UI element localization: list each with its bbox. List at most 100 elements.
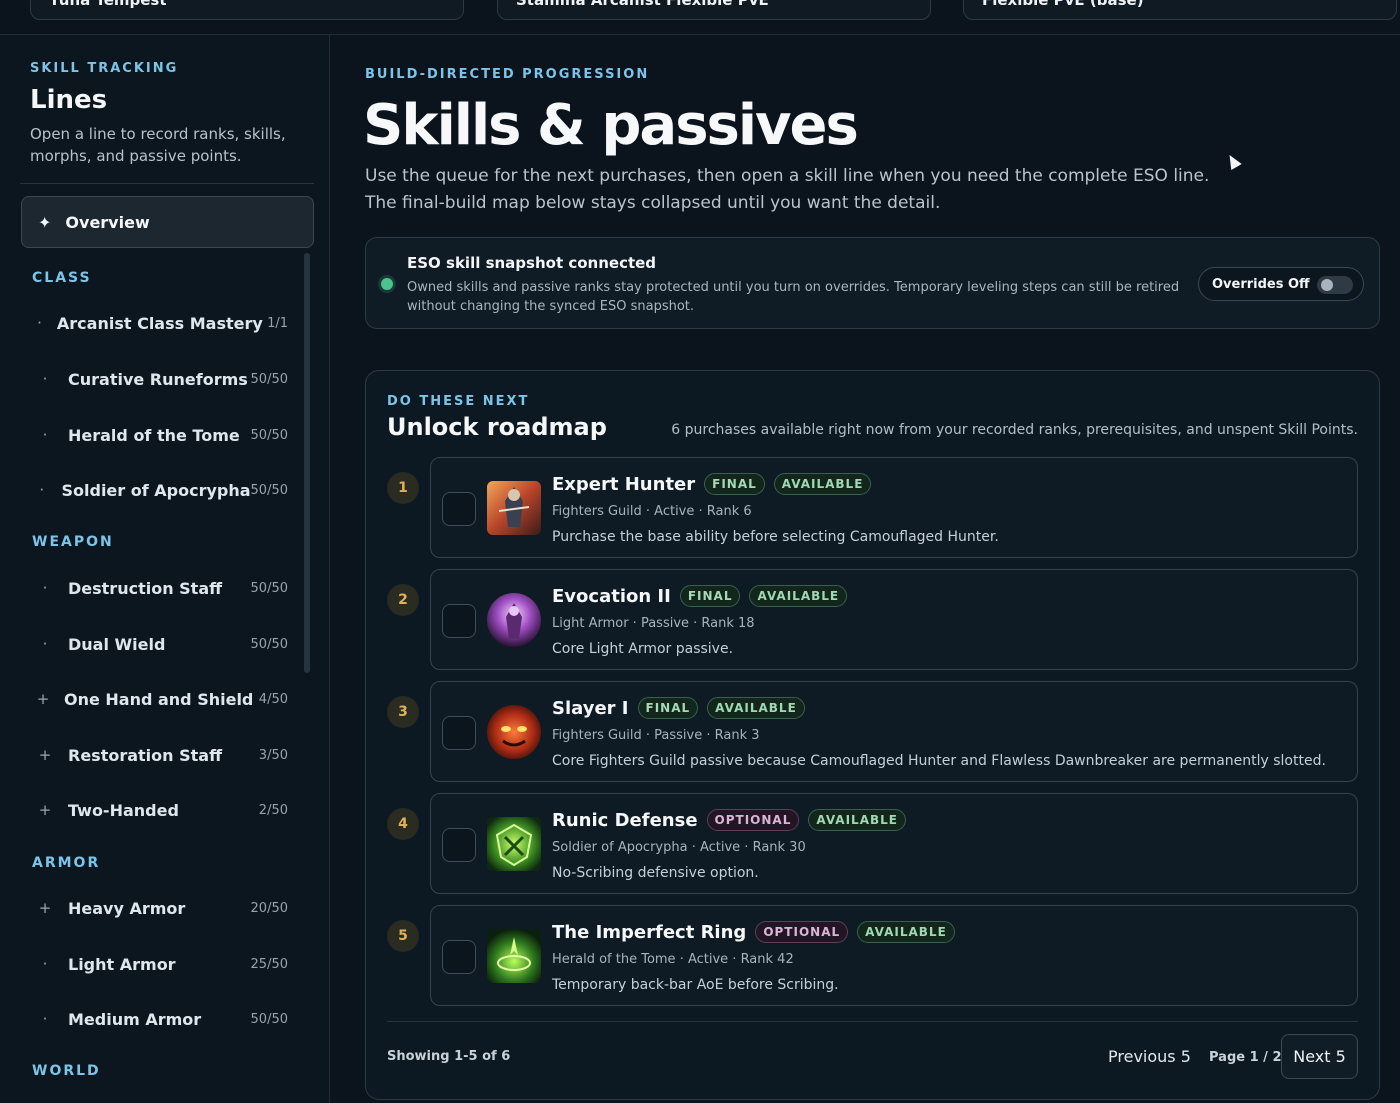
purchase-checkbox[interactable] [442, 828, 476, 862]
skill-note: Core Light Armor passive. [552, 641, 734, 657]
snapshot-panel: ESO skill snapshot connected Owned skill… [365, 237, 1380, 329]
purchase-checkbox[interactable] [442, 604, 476, 638]
runic-defense-icon [487, 817, 541, 871]
sidebar-scrollbar[interactable] [304, 253, 310, 673]
optional-badge: OPTIONAL [706, 809, 800, 831]
sidebar-category-class: CLASS [32, 270, 92, 286]
sidebar-item[interactable]: · Arcanist Class Mastery 1/1 [30, 303, 300, 343]
bullet-icon: · [42, 426, 48, 444]
sidebar-item[interactable]: · Light Armor 25/50 [30, 944, 300, 984]
purchase-checkbox[interactable] [442, 940, 476, 974]
overview-label: Overview [65, 212, 150, 232]
roadmap-item[interactable]: Slayer I FINAL AVAILABLE Fighters Guild · P… [430, 681, 1358, 782]
sidebar-item-count: 3/50 [258, 747, 288, 763]
sidebar-item-count: 50/50 [250, 371, 288, 387]
available-badge: AVAILABLE [857, 921, 955, 943]
overview-button[interactable]: ✦ Overview [21, 196, 314, 248]
step-number: 4 [387, 808, 419, 840]
sidebar-item[interactable]: · Destruction Staff 50/50 [30, 568, 300, 608]
roadmap-item[interactable]: Runic Defense OPTIONAL AVAILABLE Soldier of… [430, 793, 1358, 894]
skill-meta: Light Armor · Passive · Rank 18 [552, 616, 755, 631]
skill-meta: Fighters Guild · Passive · Rank 3 [552, 728, 760, 743]
status-dot-icon [381, 278, 393, 290]
sidebar-item-count: 50/50 [250, 482, 288, 498]
skill-name-row: Expert Hunter FINAL AVAILABLE [552, 473, 872, 495]
skill-name-row: The Imperfect Ring OPTIONAL AVAILABLE [552, 921, 955, 943]
sidebar-item-label: Dual Wield [68, 634, 166, 654]
sidebar-item[interactable]: + Restoration Staff 3/50 [30, 735, 300, 775]
final-badge: FINAL [704, 473, 765, 495]
sidebar-item-count: 25/50 [250, 956, 288, 972]
sparkle-icon: ✦ [38, 212, 52, 232]
bullet-icon: · [42, 1010, 48, 1028]
sidebar-item[interactable]: · Medium Armor 50/50 [30, 999, 300, 1039]
roadmap-item[interactable]: Evocation II FINAL AVAILABLE Light Armor · … [430, 569, 1358, 670]
purchase-checkbox[interactable] [442, 716, 476, 750]
next-button[interactable]: Next 5 [1281, 1034, 1358, 1079]
sidebar-item[interactable]: + Heavy Armor 20/50 [30, 888, 300, 928]
skill-name: The Imperfect Ring [552, 921, 747, 943]
sidebar-item[interactable]: · Curative Runeforms 50/50 [30, 359, 300, 399]
skill-name-row: Slayer I FINAL AVAILABLE [552, 697, 805, 719]
final-badge: FINAL [637, 697, 699, 719]
available-badge: AVAILABLE [773, 473, 872, 495]
sidebar-item-label: Destruction Staff [68, 578, 223, 598]
overrides-toggle-button[interactable]: Overrides Off [1198, 267, 1364, 301]
mouse-cursor-icon [1224, 151, 1242, 171]
roadmap-summary: 6 purchases available right now from you… [671, 422, 1358, 438]
expand-icon: + [38, 746, 52, 764]
sidebar-item-count: 4/50 [258, 691, 288, 707]
step-number: 5 [387, 920, 419, 952]
roadmap-item[interactable]: The Imperfect Ring OPTIONAL AVAILABLE Heral… [430, 905, 1358, 1006]
sidebar-item-label: Restoration Staff [68, 745, 223, 765]
optional-badge: OPTIONAL [755, 921, 849, 943]
roadmap-item[interactable]: Expert Hunter FINAL AVAILABLE Fighters Guil… [430, 457, 1358, 558]
previous-button[interactable]: Previous 5 [1108, 1047, 1191, 1066]
sidebar-item[interactable]: · Dual Wield 50/50 [30, 624, 300, 664]
expert-hunter-icon [487, 481, 541, 535]
skill-note: Purchase the base ability before selecti… [552, 529, 999, 545]
page-title: Skills & passives [363, 93, 859, 158]
character-select[interactable]: Yuna Tempest [30, 0, 464, 20]
sidebar-item[interactable]: · Soldier of Apocrypha 50/50 [30, 470, 300, 510]
sidebar-item-label: Arcanist Class Mastery [56, 313, 263, 333]
sidebar-item-label: Light Armor [68, 954, 176, 974]
page-eyebrow: BUILD-DIRECTED PROGRESSION [365, 67, 650, 82]
sidebar-item[interactable]: + One Hand and Shield 4/50 [30, 679, 300, 719]
skill-note: Temporary back-bar AoE before Scribing. [552, 977, 839, 993]
sidebar-description: Open a line to record ranks, skills, mor… [30, 125, 286, 165]
expand-icon: + [38, 899, 52, 917]
skill-name: Expert Hunter [552, 473, 696, 495]
sidebar: SKILL TRACKING Lines Open a line to reco… [0, 35, 330, 1103]
skill-name: Slayer I [552, 697, 629, 719]
skill-name: Runic Defense [552, 809, 698, 831]
profile-select[interactable]: Flexible PvE (base) [963, 0, 1397, 20]
sidebar-item-label: Soldier of Apocrypha [61, 480, 251, 500]
toggle-knob [1321, 279, 1333, 291]
sidebar-item[interactable]: · Herald of the Tome 50/50 [30, 415, 300, 455]
expand-icon: + [36, 690, 50, 708]
sidebar-item-label: Herald of the Tome [68, 425, 240, 445]
sidebar-item-label: Curative Runeforms [68, 369, 248, 389]
skill-name-row: Evocation II FINAL AVAILABLE [552, 585, 848, 607]
purchase-checkbox[interactable] [442, 492, 476, 526]
main-content: BUILD-DIRECTED PROGRESSION Skills & pass… [330, 35, 1400, 1103]
final-badge: FINAL [679, 585, 741, 607]
pagination-status: Showing 1-5 of 6 [387, 1049, 511, 1064]
skill-meta: Herald of the Tome · Active · Rank 42 [552, 952, 794, 967]
build-select[interactable]: Stamina Arcanist Flexible PvE [497, 0, 931, 20]
sidebar-title: Lines [30, 85, 108, 115]
toggle-switch[interactable] [1317, 276, 1353, 294]
sidebar-item[interactable]: + Two-Handed 2/50 [30, 790, 300, 830]
evocation-icon [487, 593, 541, 647]
bullet-icon: · [42, 635, 48, 653]
skill-name-row: Runic Defense OPTIONAL AVAILABLE [552, 809, 906, 831]
bullet-icon: · [42, 370, 48, 388]
skill-note: Core Fighters Guild passive because Camo… [552, 753, 1326, 769]
sidebar-item-count: 1/1 [267, 315, 288, 331]
sidebar-item-count: 50/50 [250, 580, 288, 596]
sidebar-item-count: 2/50 [258, 802, 288, 818]
sidebar-item-label: Heavy Armor [68, 898, 186, 918]
roadmap-title: Unlock roadmap [387, 413, 607, 441]
sidebar-category-weapon: WEAPON [32, 534, 114, 550]
